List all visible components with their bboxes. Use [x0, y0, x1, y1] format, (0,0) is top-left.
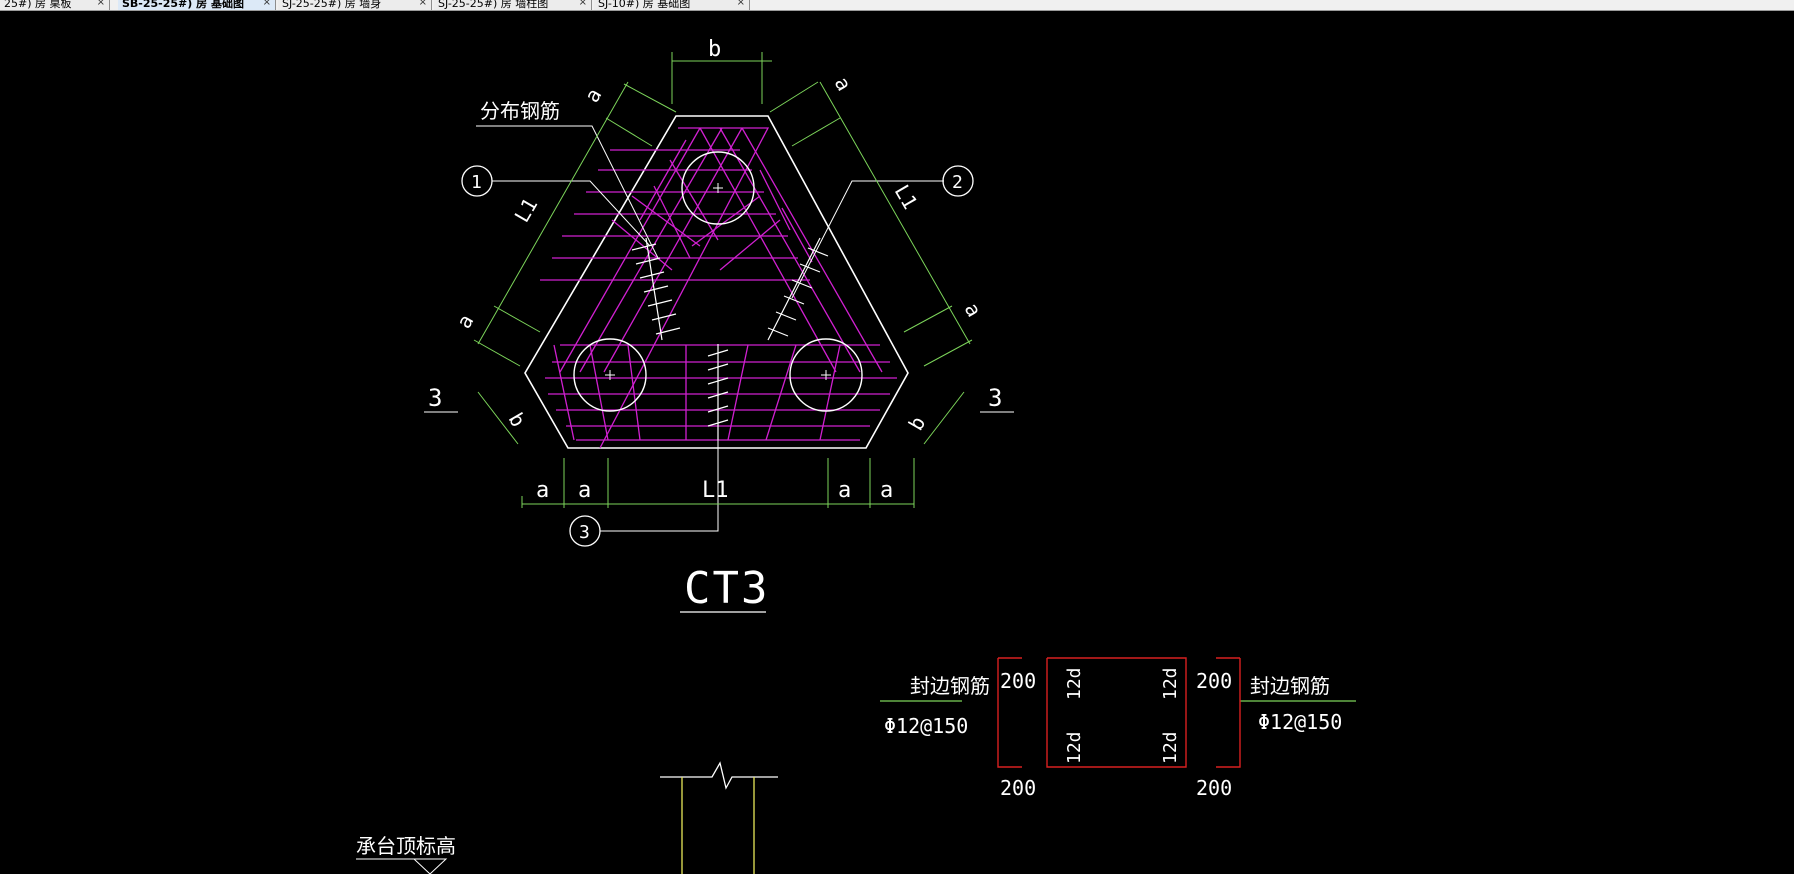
marker-2-label: 2 [952, 172, 963, 193]
tab-label: SJ-25-25#) 房 墙身 [282, 0, 382, 10]
edge-rebar-right-label: 封边钢筋 [1250, 674, 1330, 698]
dim-12d-bottom-left: 12d [1064, 731, 1085, 764]
dim-bottom-a-1: a [536, 478, 549, 503]
tab-label: 25#) 房 桌板 [4, 0, 72, 10]
pile-section-detail: 承台顶标高 [356, 761, 778, 874]
distribution-rebar-label: 分布钢筋 [480, 99, 560, 123]
dim-top-b: b [708, 37, 721, 62]
dim-200-top-right: 200 [1196, 669, 1232, 693]
dim-left-top-a: a [580, 84, 607, 106]
marker-1-label: 1 [471, 172, 482, 193]
dim-bottom-a-3: a [838, 478, 851, 503]
dim-12d-bottom-right: 12d [1160, 731, 1181, 764]
dim-200-bottom-left: 200 [1000, 776, 1036, 800]
dim-bottom-l1: L1 [702, 478, 729, 503]
edge-rebar-right-spec: Φ12@150 [1258, 710, 1342, 734]
dim-left-l1: L1 [510, 194, 543, 227]
close-icon[interactable]: × [579, 0, 587, 8]
tab-document-4[interactable]: SJ-25-25#) 房 墙柱图 × [434, 0, 592, 10]
cap-top-elevation-label: 承台顶标高 [356, 834, 456, 858]
section-mark-right: 3 [988, 384, 1002, 412]
drawing-title: CT3 [684, 563, 769, 614]
dim-right-l1: L1 [890, 181, 923, 214]
edge-rebar-left-spec: Φ12@150 [884, 714, 968, 738]
dim-bottom-a-4: a [880, 478, 893, 503]
tab-document-3[interactable]: SJ-25-25#) 房 墙身 × [278, 0, 432, 10]
dim-200-bottom-right: 200 [1196, 776, 1232, 800]
pile-cap-ct3: b a L1 a a L1 a b b a a L1 a a 分布钢筋 1 2 … [424, 37, 1014, 614]
tab-document-1[interactable]: 25#) 房 桌板 × [0, 0, 110, 10]
dim-left-bottom-a: a [452, 310, 479, 332]
close-icon[interactable]: × [263, 0, 271, 8]
close-icon[interactable]: × [737, 0, 745, 8]
cad-drawing-canvas[interactable]: b a L1 a a L1 a b b a a L1 a a 分布钢筋 1 2 … [0, 11, 1794, 874]
dim-12d-top-left: 12d [1064, 667, 1085, 700]
close-icon[interactable]: × [419, 0, 427, 8]
edge-rebar-detail: 封边钢筋 Φ12@150 封边钢筋 Φ12@150 200 200 200 20… [880, 657, 1356, 800]
tab-document-5[interactable]: SJ-10#) 房 基础图 × [594, 0, 750, 10]
dim-12d-top-right: 12d [1160, 667, 1181, 700]
leader-lines [476, 125, 944, 532]
dim-right-top-a: a [830, 73, 857, 95]
tab-document-2[interactable]: SB-25-25#) 房 基础图 × [118, 0, 276, 10]
dim-bottom-a-2: a [578, 478, 591, 503]
tab-label: SJ-10#) 房 基础图 [598, 0, 691, 10]
tab-label: SJ-25-25#) 房 墙柱图 [438, 0, 549, 10]
marker-3-label: 3 [579, 522, 590, 543]
dim-200-top-left: 200 [1000, 669, 1036, 693]
edge-rebar-left-label: 封边钢筋 [910, 674, 990, 698]
section-mark-left: 3 [428, 384, 442, 412]
elevation-triangle [412, 858, 448, 874]
close-icon[interactable]: × [97, 0, 105, 8]
document-tab-bar: 25#) 房 桌板 × SB-25-25#) 房 基础图 × SJ-25-25#… [0, 0, 1794, 11]
dim-right-bottom-a: a [960, 299, 987, 321]
tab-label: SB-25-25#) 房 基础图 [122, 0, 244, 10]
dim-right-b: b [904, 412, 931, 434]
dim-left-b: b [504, 409, 531, 431]
